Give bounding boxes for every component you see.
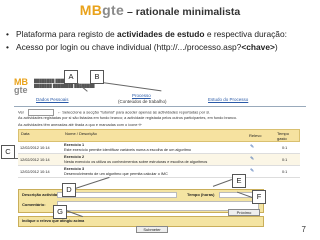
filter-row: Ver ← Seleccione a secção "tutorial" par… <box>18 109 211 116</box>
bullet-2: • Acesso por login ou chave individual (h… <box>6 42 278 52</box>
title-rest: – rationale minimalista <box>124 6 241 18</box>
activity-table: Data Nome / Descrição Relevo Tempo gasto… <box>18 129 300 178</box>
url-link[interactable]: http://.../processo.asp? <box>157 42 242 52</box>
page-number: 7 <box>301 225 306 234</box>
brand-logo: MBgte <box>79 2 125 18</box>
note-2: As actividades têm anexadas até tirada a… <box>18 123 142 127</box>
note-1: As actividades registadas por si são lis… <box>18 116 238 120</box>
callout-g: G <box>53 205 67 219</box>
table-header: Data Nome / Descrição Relevo Tempo gasto <box>18 129 300 142</box>
submit-button[interactable]: Submeter <box>136 226 168 233</box>
bullet-1: • Plataforma para registo de actividades … <box>6 29 287 39</box>
edit-icon[interactable]: ✎ <box>250 156 254 162</box>
edit-icon[interactable]: ✎ <box>250 144 254 150</box>
callout-c: C <box>1 145 15 159</box>
slide-title: MBgte – rationale minimalista <box>0 2 320 20</box>
nav-dados-pessoais[interactable]: Dados Pessoais <box>36 97 69 102</box>
callout-b: B <box>90 70 104 84</box>
nav-estudo[interactable]: Estudo do Processo <box>208 97 248 102</box>
table-row[interactable]: 12/02/2012 10:14 Exercício 1 Este exercí… <box>18 142 300 154</box>
callout-a: A <box>64 70 78 84</box>
nav-conteudos: (Conteúdos de trabalho) <box>118 99 167 104</box>
filter-select[interactable] <box>28 109 55 116</box>
edit-icon[interactable]: ✎ <box>250 168 254 174</box>
nav-processo[interactable]: Processo <box>132 93 151 98</box>
callout-d: D <box>62 183 76 197</box>
callout-e: E <box>232 174 246 188</box>
callout-f: F <box>252 190 266 204</box>
bullet-list: • Plataforma para registo de actividades … <box>6 28 316 54</box>
next-button[interactable]: Próximo <box>228 209 260 216</box>
table-row[interactable]: 12/02/2012 10:14 Exercício 3 Desenvolvim… <box>18 166 300 178</box>
table-row[interactable]: 12/02/2012 10:14 Exercício 2 Nesta exerc… <box>18 154 300 166</box>
nav-bar: Dados Pessoais Processo (Conteúdos de tr… <box>14 92 306 107</box>
